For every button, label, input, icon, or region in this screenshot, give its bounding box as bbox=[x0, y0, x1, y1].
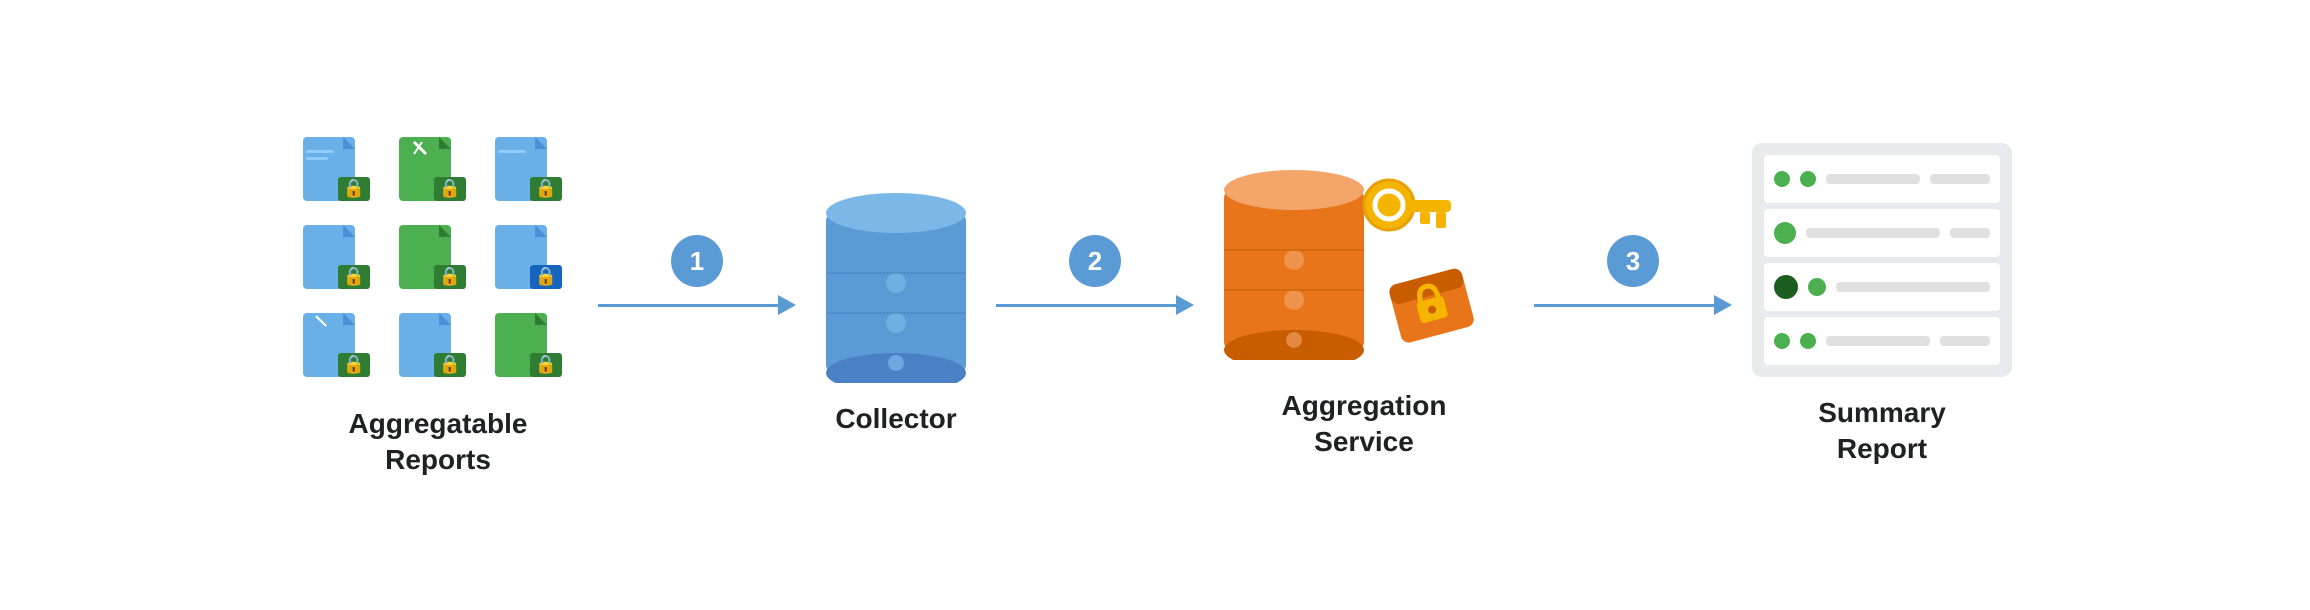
arrow-1-section: 1 bbox=[598, 235, 796, 315]
arrow-3 bbox=[1534, 295, 1732, 315]
aggregatable-reports-label: Aggregatable Reports bbox=[349, 406, 528, 479]
report-icon-1: 🔒 bbox=[298, 132, 378, 212]
report-icon-4: 🔒 bbox=[298, 220, 378, 300]
summary-table-container bbox=[1752, 143, 2012, 377]
svg-text:🔒: 🔒 bbox=[439, 266, 461, 286]
svg-text:🔒: 🔒 bbox=[535, 354, 557, 374]
arrow-3-section: 3 bbox=[1534, 235, 1732, 315]
report-icon-9: 🔒 bbox=[490, 308, 570, 388]
collector-label: Collector bbox=[835, 401, 956, 437]
report-icon-6: 🔒 bbox=[490, 220, 570, 300]
collector-component: Collector bbox=[816, 173, 976, 437]
step-1-circle: 1 bbox=[671, 235, 723, 287]
svg-text:🔒: 🔒 bbox=[343, 266, 365, 286]
svg-text:🔒: 🔒 bbox=[535, 178, 557, 198]
key-icon bbox=[1354, 170, 1454, 270]
summary-report-label: Summary Report bbox=[1818, 395, 1946, 468]
aggregatable-reports-component: 🔒 🔒 🔒 bbox=[298, 132, 578, 479]
svg-text:🔒: 🔒 bbox=[439, 178, 461, 198]
arrow-2 bbox=[996, 295, 1194, 315]
report-icon-5: 🔒 bbox=[394, 220, 474, 300]
aggregation-service-component: Aggregation Service bbox=[1214, 150, 1514, 461]
report-icon-8: 🔒 bbox=[394, 308, 474, 388]
reports-grid: 🔒 🔒 🔒 bbox=[298, 132, 578, 388]
step-3-circle: 3 bbox=[1607, 235, 1659, 287]
main-diagram: 🔒 🔒 🔒 bbox=[0, 112, 2310, 499]
svg-text:🔒: 🔒 bbox=[343, 354, 365, 374]
svg-text:🔒: 🔒 bbox=[343, 178, 365, 198]
step-2-circle: 2 bbox=[1069, 235, 1121, 287]
svg-text:🔒: 🔒 bbox=[439, 354, 461, 374]
summary-report-component: Summary Report bbox=[1752, 143, 2012, 468]
arrow-1 bbox=[598, 295, 796, 315]
aggregation-service-visual bbox=[1214, 150, 1514, 370]
svg-text:🔒: 🔒 bbox=[535, 266, 557, 286]
report-icon-7: 🔒 bbox=[298, 308, 378, 388]
summary-row-2 bbox=[1764, 209, 2000, 257]
collector-cylinder bbox=[816, 173, 976, 383]
aggregation-cylinder bbox=[1214, 150, 1374, 360]
arrow-2-section: 2 bbox=[996, 235, 1194, 315]
report-icon-2: 🔒 bbox=[394, 132, 474, 212]
aggregation-service-label: Aggregation Service bbox=[1282, 388, 1447, 461]
report-icon-3: 🔒 bbox=[490, 132, 570, 212]
summary-row-1 bbox=[1764, 155, 2000, 203]
summary-row-4 bbox=[1764, 317, 2000, 365]
summary-row-3 bbox=[1764, 263, 2000, 311]
